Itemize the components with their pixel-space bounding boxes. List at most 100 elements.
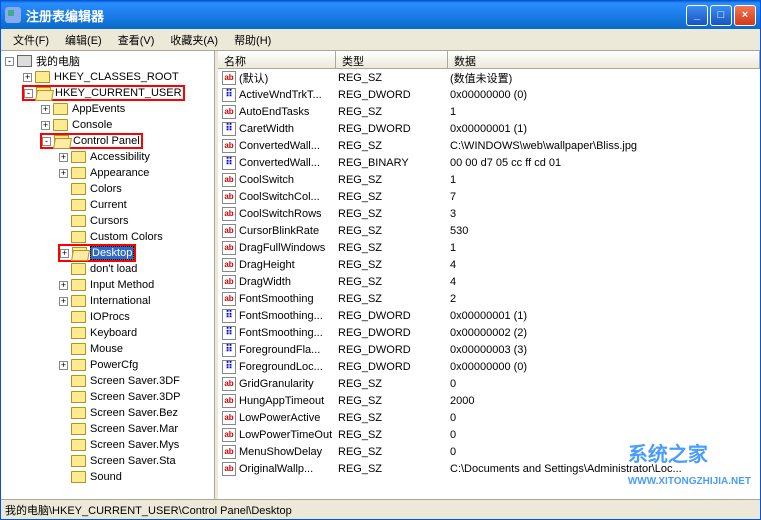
tree-node[interactable]: Screen Saver.Sta bbox=[3, 453, 212, 469]
tree-node[interactable]: +AppEvents bbox=[3, 101, 212, 117]
expand-icon[interactable]: + bbox=[59, 361, 68, 370]
expand-icon[interactable]: + bbox=[59, 281, 68, 290]
expand-icon[interactable]: + bbox=[23, 73, 32, 82]
expand-icon[interactable]: + bbox=[41, 105, 50, 114]
value-name-cell: DragWidth bbox=[218, 275, 336, 289]
tree-node[interactable]: Screen Saver.3DF bbox=[3, 373, 212, 389]
registry-value-row[interactable]: HungAppTimeoutREG_SZ2000 bbox=[218, 392, 760, 409]
tree-node[interactable]: don't load bbox=[3, 261, 212, 277]
tree-node[interactable]: Mouse bbox=[3, 341, 212, 357]
tree-node[interactable]: +Appearance bbox=[3, 165, 212, 181]
registry-value-row[interactable]: GridGranularityREG_SZ0 bbox=[218, 375, 760, 392]
registry-value-row[interactable]: DragHeightREG_SZ4 bbox=[218, 256, 760, 273]
registry-value-row[interactable]: CoolSwitchREG_SZ1 bbox=[218, 171, 760, 188]
expand-icon[interactable]: - bbox=[24, 89, 33, 98]
expand-icon[interactable]: - bbox=[5, 57, 14, 66]
expand-spacer bbox=[59, 217, 68, 226]
tree-node[interactable]: +Accessibility bbox=[3, 149, 212, 165]
value-data-cell: 0x00000000 (0) bbox=[448, 89, 760, 101]
expand-spacer bbox=[59, 377, 68, 386]
registry-value-row[interactable]: ForegroundFla...REG_DWORD0x00000003 (3) bbox=[218, 341, 760, 358]
registry-value-row[interactable]: ForegroundLoc...REG_DWORD0x00000000 (0) bbox=[218, 358, 760, 375]
registry-value-row[interactable]: AutoEndTasksREG_SZ1 bbox=[218, 103, 760, 120]
registry-value-row[interactable]: CoolSwitchRowsREG_SZ3 bbox=[218, 205, 760, 222]
expand-spacer bbox=[59, 201, 68, 210]
expand-spacer bbox=[59, 425, 68, 434]
titlebar[interactable]: 注册表编辑器 _ □ × bbox=[1, 1, 760, 29]
expand-icon[interactable]: - bbox=[42, 137, 51, 146]
registry-value-row[interactable]: (默认)REG_SZ(数值未设置) bbox=[218, 69, 760, 86]
tree-node[interactable]: -HKEY_CURRENT_USER bbox=[3, 85, 212, 101]
registry-value-row[interactable]: CaretWidthREG_DWORD0x00000001 (1) bbox=[218, 120, 760, 137]
string-icon bbox=[222, 292, 236, 306]
registry-value-row[interactable]: CursorBlinkRateREG_SZ530 bbox=[218, 222, 760, 239]
expand-icon[interactable]: + bbox=[60, 249, 69, 258]
value-name: ForegroundLoc... bbox=[239, 361, 323, 373]
tree-node[interactable]: Keyboard bbox=[3, 325, 212, 341]
tree-node[interactable]: Current bbox=[3, 197, 212, 213]
tree-node[interactable]: Screen Saver.Mar bbox=[3, 421, 212, 437]
expand-icon[interactable]: + bbox=[59, 297, 68, 306]
column-name[interactable]: 名称 bbox=[218, 51, 336, 68]
registry-value-row[interactable]: ConvertedWall...REG_BINARY00 00 d7 05 cc… bbox=[218, 154, 760, 171]
value-data-cell: 2 bbox=[448, 293, 760, 305]
tree-node[interactable]: IOProcs bbox=[3, 309, 212, 325]
tree-node[interactable]: +Input Method bbox=[3, 277, 212, 293]
tree-node[interactable]: Colors bbox=[3, 181, 212, 197]
registry-value-row[interactable]: ActiveWndTrkT...REG_DWORD0x00000000 (0) bbox=[218, 86, 760, 103]
tree-node[interactable]: Custom Colors bbox=[3, 229, 212, 245]
tree-pane[interactable]: -我的电脑+HKEY_CLASSES_ROOT-HKEY_CURRENT_USE… bbox=[1, 51, 215, 499]
value-type-cell: REG_SZ bbox=[336, 191, 448, 203]
minimize-button[interactable]: _ bbox=[686, 5, 708, 26]
menu-favorites[interactable]: 收藏夹(A) bbox=[162, 30, 226, 50]
tree-node[interactable]: +Console bbox=[3, 117, 212, 133]
menu-edit[interactable]: 编辑(E) bbox=[57, 30, 110, 50]
column-type[interactable]: 类型 bbox=[336, 51, 448, 68]
registry-value-row[interactable]: MenuShowDelayREG_SZ0 bbox=[218, 443, 760, 460]
tree-node[interactable]: Screen Saver.Bez bbox=[3, 405, 212, 421]
registry-value-row[interactable]: LowPowerActiveREG_SZ0 bbox=[218, 409, 760, 426]
value-name-cell: ConvertedWall... bbox=[218, 156, 336, 170]
value-data-cell: 3 bbox=[448, 208, 760, 220]
list-body[interactable]: (默认)REG_SZ(数值未设置)ActiveWndTrkT...REG_DWO… bbox=[218, 69, 760, 499]
value-name-cell: ForegroundFla... bbox=[218, 343, 336, 357]
registry-value-row[interactable]: FontSmoothing...REG_DWORD0x00000001 (1) bbox=[218, 307, 760, 324]
tree-node[interactable]: +PowerCfg bbox=[3, 357, 212, 373]
value-type-cell: REG_SZ bbox=[336, 395, 448, 407]
tree-node[interactable]: Cursors bbox=[3, 213, 212, 229]
tree-node[interactable]: +International bbox=[3, 293, 212, 309]
registry-value-row[interactable]: CoolSwitchCol...REG_SZ7 bbox=[218, 188, 760, 205]
expand-icon[interactable]: + bbox=[59, 153, 68, 162]
tree-node[interactable]: Screen Saver.Mys bbox=[3, 437, 212, 453]
expand-icon[interactable]: + bbox=[41, 121, 50, 130]
close-button[interactable]: × bbox=[734, 5, 756, 26]
registry-value-row[interactable]: FontSmoothing...REG_DWORD0x00000002 (2) bbox=[218, 324, 760, 341]
tree-root[interactable]: -我的电脑 bbox=[3, 53, 212, 69]
menu-help[interactable]: 帮助(H) bbox=[226, 30, 279, 50]
tree-node[interactable]: -Control Panel bbox=[3, 133, 212, 149]
value-data-cell: 4 bbox=[448, 276, 760, 288]
tree-node[interactable]: +HKEY_CLASSES_ROOT bbox=[3, 69, 212, 85]
registry-value-row[interactable]: DragFullWindowsREG_SZ1 bbox=[218, 239, 760, 256]
tree-label: Custom Colors bbox=[89, 231, 164, 243]
expand-spacer bbox=[59, 457, 68, 466]
menu-view[interactable]: 查看(V) bbox=[110, 30, 163, 50]
expand-icon[interactable]: + bbox=[59, 169, 68, 178]
menu-file[interactable]: 文件(F) bbox=[5, 30, 57, 50]
dword-icon bbox=[222, 88, 236, 102]
registry-value-row[interactable]: FontSmoothingREG_SZ2 bbox=[218, 290, 760, 307]
value-data-cell: 1 bbox=[448, 174, 760, 186]
value-data-cell: 2000 bbox=[448, 395, 760, 407]
tree-node[interactable]: Screen Saver.3DP bbox=[3, 389, 212, 405]
maximize-button[interactable]: □ bbox=[710, 5, 732, 26]
tree-node[interactable]: Sound bbox=[3, 469, 212, 485]
registry-value-row[interactable]: OriginalWallp...REG_SZC:\Documents and S… bbox=[218, 460, 760, 477]
registry-value-row[interactable]: ConvertedWall...REG_SZC:\WINDOWS\web\wal… bbox=[218, 137, 760, 154]
binary-icon bbox=[222, 156, 236, 170]
column-data[interactable]: 数据 bbox=[448, 51, 760, 68]
tree-label: Screen Saver.3DF bbox=[89, 375, 181, 387]
registry-value-row[interactable]: DragWidthREG_SZ4 bbox=[218, 273, 760, 290]
folder-icon bbox=[35, 71, 50, 83]
tree-node[interactable]: +Desktop bbox=[3, 245, 212, 261]
registry-value-row[interactable]: LowPowerTimeOutREG_SZ0 bbox=[218, 426, 760, 443]
